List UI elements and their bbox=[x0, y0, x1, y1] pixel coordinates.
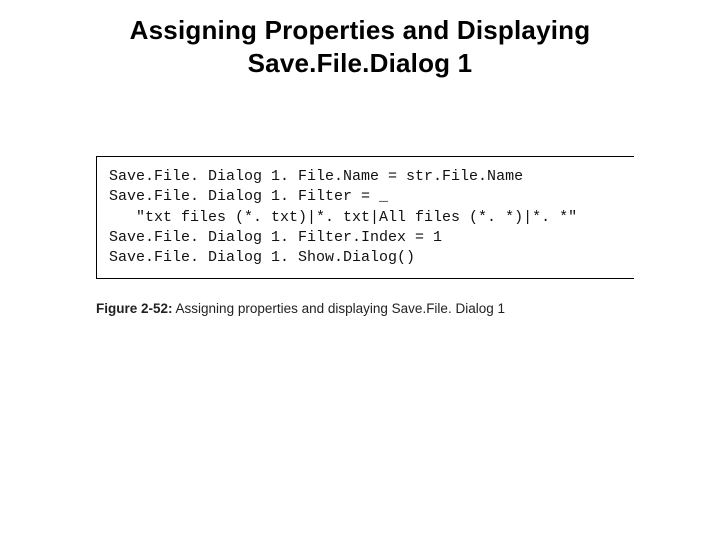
code-line: Save.File. Dialog 1. Filter.Index = 1 bbox=[109, 228, 634, 248]
figure-caption: Figure 2-52: Assigning properties and di… bbox=[96, 301, 634, 316]
figure-caption-text: Assigning properties and displaying Save… bbox=[173, 301, 505, 316]
slide-title-line-2: Save.File.Dialog 1 bbox=[30, 47, 690, 80]
code-box: Save.File. Dialog 1. File.Name = str.Fil… bbox=[96, 156, 634, 279]
figure-caption-label: Figure 2-52: bbox=[96, 301, 173, 316]
slide-title-line-1: Assigning Properties and Displaying bbox=[30, 14, 690, 47]
code-line: Save.File. Dialog 1. Show.Dialog() bbox=[109, 248, 634, 268]
code-line: "txt files (*. txt)|*. txt|All files (*.… bbox=[109, 208, 634, 228]
slide-title: Assigning Properties and Displaying Save… bbox=[0, 0, 720, 79]
code-line: Save.File. Dialog 1. File.Name = str.Fil… bbox=[109, 167, 634, 187]
figure: Save.File. Dialog 1. File.Name = str.Fil… bbox=[96, 156, 634, 316]
code-line: Save.File. Dialog 1. Filter = _ bbox=[109, 187, 634, 207]
